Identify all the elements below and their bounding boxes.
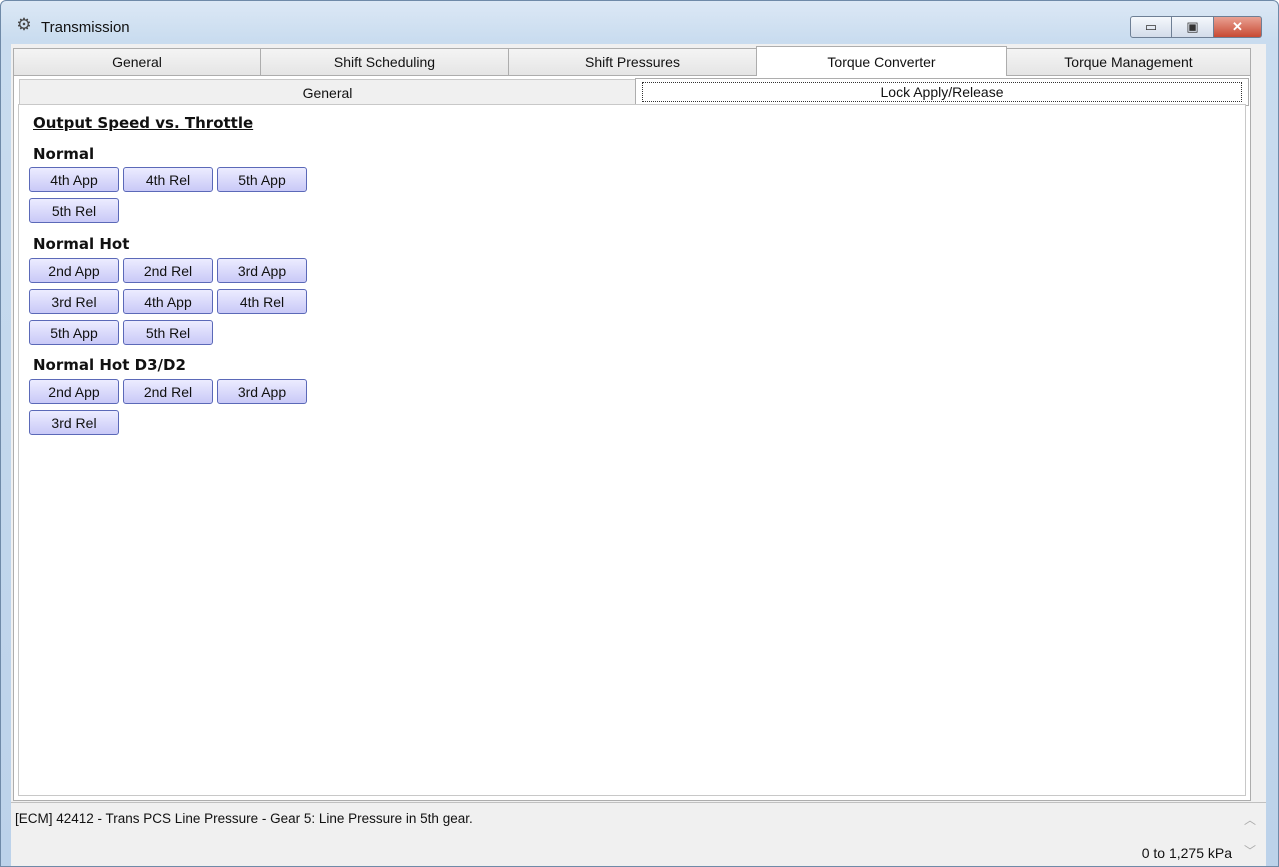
tab-shift-scheduling[interactable]: Shift Scheduling xyxy=(260,48,509,75)
scroll-up-icon[interactable]: ︿ xyxy=(1244,811,1256,828)
value-range: 0 to 1,275 kPa xyxy=(1141,845,1232,861)
window-client: General Shift Scheduling Shift Pressures… xyxy=(11,44,1266,866)
d3d2-2nd-rel-button[interactable]: 2nd Rel xyxy=(123,379,213,404)
normal-4th-app-button[interactable]: 4th App xyxy=(29,167,119,192)
tab-shift-pressures[interactable]: Shift Pressures xyxy=(508,48,757,75)
subtab-label: Lock Apply/Release xyxy=(641,82,1243,102)
normal-hot-2nd-app-button[interactable]: 2nd App xyxy=(29,258,119,283)
description-box[interactable]: [ECM] 42412 - Trans PCS Line Pressure - … xyxy=(11,802,1266,866)
group-label-normal-hot-d3d2: Normal Hot D3/D2 xyxy=(33,356,186,374)
maximize-icon: ▣ xyxy=(1186,19,1199,34)
normal-hot-2nd-rel-button[interactable]: 2nd Rel xyxy=(123,258,213,283)
d3d2-3rd-rel-button[interactable]: 3rd Rel xyxy=(29,410,119,435)
group-label-normal: Normal xyxy=(33,145,95,163)
main-tabs: General Shift Scheduling Shift Pressures… xyxy=(13,46,1251,76)
subtab-lock-apply-release[interactable]: Lock Apply/Release xyxy=(635,78,1249,106)
tab-label: Shift Pressures xyxy=(585,54,680,70)
normal-hot-3rd-rel-button[interactable]: 3rd Rel xyxy=(29,289,119,314)
lock-apply-release-panel: Output Speed vs. Throttle Normal 4th App… xyxy=(18,104,1246,796)
gear-icon: ⚙ xyxy=(16,15,32,34)
window-title: Transmission xyxy=(41,19,130,36)
normal-hot-4th-rel-button[interactable]: 4th Rel xyxy=(217,289,307,314)
normal-hot-4th-app-button[interactable]: 4th App xyxy=(123,289,213,314)
tab-label: Torque Converter xyxy=(827,53,936,70)
normal-4th-rel-button[interactable]: 4th Rel xyxy=(123,167,213,192)
minimize-button[interactable]: ▭ xyxy=(1130,16,1172,38)
maximize-button[interactable]: ▣ xyxy=(1172,16,1214,38)
tab-label: General xyxy=(112,54,162,70)
window-controls: ▭ ▣ ✕ xyxy=(1130,16,1262,40)
parameter-description: [ECM] 42412 - Trans PCS Line Pressure - … xyxy=(15,811,473,826)
normal-5th-app-button[interactable]: 5th App xyxy=(217,167,307,192)
torque-converter-panel: General Lock Apply/Release Output Speed … xyxy=(13,75,1251,801)
tab-label: Torque Management xyxy=(1064,54,1193,70)
d3d2-2nd-app-button[interactable]: 2nd App xyxy=(29,379,119,404)
subtab-label: General xyxy=(302,84,353,101)
section-title: Output Speed vs. Throttle xyxy=(33,114,254,132)
transmission-window: ⚙ Transmission ▭ ▣ ✕ General Shift Sched… xyxy=(0,0,1279,867)
tab-general[interactable]: General xyxy=(13,48,261,75)
normal-hot-5th-rel-button[interactable]: 5th Rel xyxy=(123,320,213,345)
sub-tabs: General Lock Apply/Release xyxy=(19,77,1249,106)
normal-hot-5th-app-button[interactable]: 5th App xyxy=(29,320,119,345)
d3d2-3rd-app-button[interactable]: 3rd App xyxy=(217,379,307,404)
subtab-general[interactable]: General xyxy=(19,79,636,105)
close-button[interactable]: ✕ xyxy=(1214,16,1262,38)
group-label-normal-hot: Normal Hot xyxy=(33,235,130,253)
normal-hot-3rd-app-button[interactable]: 3rd App xyxy=(217,258,307,283)
tab-torque-converter[interactable]: Torque Converter xyxy=(756,46,1007,76)
title-bar: ⚙ Transmission ▭ ▣ ✕ xyxy=(1,1,1278,43)
tab-label: Shift Scheduling xyxy=(333,54,436,70)
normal-5th-rel-button[interactable]: 5th Rel xyxy=(29,198,119,223)
close-icon: ✕ xyxy=(1232,19,1243,34)
scroll-down-icon[interactable]: ﹀ xyxy=(1244,842,1256,859)
tab-torque-management[interactable]: Torque Management xyxy=(1006,48,1251,75)
minimize-icon: ▭ xyxy=(1144,19,1158,34)
